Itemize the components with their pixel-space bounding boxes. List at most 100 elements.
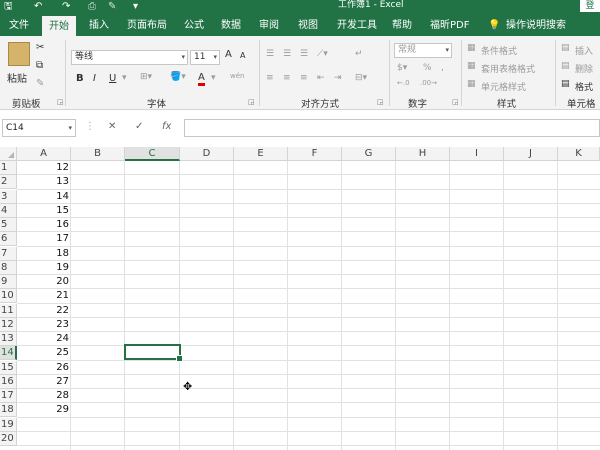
number-format-combo[interactable]: 常规 ▾ bbox=[394, 43, 452, 58]
enter-icon[interactable]: ✓ bbox=[135, 121, 143, 132]
row-header-3[interactable]: 3 bbox=[0, 190, 17, 204]
chevron-down-icon[interactable]: ▾ bbox=[122, 73, 127, 83]
row-header-12[interactable]: 12 bbox=[0, 318, 17, 332]
bold-button[interactable]: B bbox=[76, 73, 84, 84]
tab-insert[interactable]: 插入 bbox=[89, 15, 109, 36]
tab-data[interactable]: 数据 bbox=[221, 15, 241, 36]
tab-formulas[interactable]: 公式 bbox=[184, 15, 204, 36]
middle-align-icon[interactable]: ☰ bbox=[283, 49, 291, 59]
column-header-e[interactable]: E bbox=[234, 147, 288, 161]
comma-button[interactable]: , bbox=[441, 63, 444, 73]
formula-input[interactable] bbox=[184, 119, 600, 137]
cell-a15[interactable]: 26 bbox=[17, 361, 71, 375]
cell-a6[interactable]: 17 bbox=[17, 232, 71, 246]
tab-help[interactable]: 帮助 bbox=[392, 15, 412, 36]
row-header-20[interactable]: 20 bbox=[0, 432, 17, 446]
align-left-icon[interactable]: ≡ bbox=[266, 73, 274, 83]
cell-a13[interactable]: 24 bbox=[17, 332, 71, 346]
row-header-1[interactable]: 1 bbox=[0, 161, 17, 175]
cell-a17[interactable]: 28 bbox=[17, 389, 71, 403]
row-header-7[interactable]: 7 bbox=[0, 247, 17, 261]
row-header-19[interactable]: 19 bbox=[0, 418, 17, 432]
redo-icon[interactable]: ↷ bbox=[62, 0, 70, 13]
copy-icon[interactable]: ⧉ bbox=[36, 60, 43, 71]
cut-icon[interactable]: ✂ bbox=[36, 42, 44, 53]
column-header-c[interactable]: C bbox=[125, 147, 180, 161]
align-center-icon[interactable]: ≡ bbox=[283, 73, 291, 83]
tab-view[interactable]: 视图 bbox=[298, 15, 318, 36]
row-header-11[interactable]: 11 bbox=[0, 304, 17, 318]
insert-cells-button[interactable]: 插入 bbox=[575, 44, 593, 57]
save-icon[interactable]: 🖫 bbox=[4, 0, 13, 13]
font-launcher-icon[interactable]: ◲ bbox=[248, 98, 255, 106]
row-header-4[interactable]: 4 bbox=[0, 204, 17, 218]
cell-style-button[interactable]: 单元格样式 bbox=[481, 80, 526, 93]
row-header-8[interactable]: 8 bbox=[0, 261, 17, 275]
column-header-a[interactable]: A bbox=[17, 147, 71, 161]
tab-foxit-pdf[interactable]: 福昕PDF bbox=[430, 15, 469, 36]
column-header-d[interactable]: D bbox=[180, 147, 234, 161]
conditional-format-button[interactable]: 条件格式 bbox=[481, 44, 517, 57]
font-size-combo[interactable]: 11 ▾ bbox=[190, 50, 220, 65]
row-header-16[interactable]: 16 bbox=[0, 375, 17, 389]
undo-icon[interactable]: ↶ bbox=[34, 0, 42, 13]
row-header-6[interactable]: 6 bbox=[0, 232, 17, 246]
chevron-down-icon[interactable]: ▾ bbox=[211, 73, 216, 83]
tab-developer[interactable]: 开发工具 bbox=[337, 15, 377, 36]
column-header-i[interactable]: I bbox=[450, 147, 504, 161]
bottom-align-icon[interactable]: ☰ bbox=[300, 49, 308, 59]
cell-a2[interactable]: 13 bbox=[17, 175, 71, 189]
print-preview-icon[interactable]: ⎙ bbox=[88, 0, 96, 13]
column-header-g[interactable]: G bbox=[342, 147, 396, 161]
cell-a11[interactable]: 22 bbox=[17, 304, 71, 318]
font-name-combo[interactable]: 等线 ▾ bbox=[71, 50, 188, 65]
column-header-f[interactable]: F bbox=[288, 147, 342, 161]
orientation-icon[interactable]: ⟋▾ bbox=[317, 49, 328, 59]
number-launcher-icon[interactable]: ◲ bbox=[452, 98, 459, 106]
cell-a4[interactable]: 15 bbox=[17, 204, 71, 218]
row-header-10[interactable]: 10 bbox=[0, 289, 17, 303]
underline-button[interactable]: U bbox=[109, 73, 116, 84]
active-cell[interactable] bbox=[124, 344, 183, 362]
alignment-launcher-icon[interactable]: ◲ bbox=[377, 98, 384, 106]
phonetic-button[interactable]: wén bbox=[230, 72, 244, 80]
format-painter-icon[interactable]: ✎ bbox=[36, 78, 44, 89]
increase-indent-icon[interactable]: ⇥ bbox=[334, 73, 342, 83]
row-header-5[interactable]: 5 bbox=[0, 218, 17, 232]
wrap-text-icon[interactable]: ↵ bbox=[355, 49, 363, 59]
align-right-icon[interactable]: ≡ bbox=[300, 73, 308, 83]
cell-a12[interactable]: 23 bbox=[17, 318, 71, 332]
fill-color-icon[interactable]: 🪣▾ bbox=[170, 72, 186, 82]
column-header-k[interactable]: K bbox=[558, 147, 600, 161]
cell-a9[interactable]: 20 bbox=[17, 275, 71, 289]
brush-icon[interactable]: ✎ bbox=[108, 0, 116, 13]
tell-me-search[interactable]: 操作说明搜索 bbox=[506, 15, 566, 36]
column-header-h[interactable]: H bbox=[396, 147, 450, 161]
row-header-18[interactable]: 18 bbox=[0, 403, 17, 417]
top-align-icon[interactable]: ☰ bbox=[266, 49, 274, 59]
paste-icon[interactable] bbox=[8, 42, 30, 66]
row-header-9[interactable]: 9 bbox=[0, 275, 17, 289]
decrease-decimal-icon[interactable]: .00→ bbox=[420, 79, 437, 87]
merge-center-icon[interactable]: ⊟▾ bbox=[355, 73, 367, 83]
tab-page-layout[interactable]: 页面布局 bbox=[127, 15, 167, 36]
tab-file[interactable]: 文件 bbox=[9, 15, 29, 36]
login-button[interactable]: 登 bbox=[580, 0, 600, 12]
cell-a16[interactable]: 27 bbox=[17, 375, 71, 389]
cell-a18[interactable]: 29 bbox=[17, 403, 71, 417]
increase-decimal-icon[interactable]: ←.0 bbox=[397, 79, 410, 87]
cell-a14[interactable]: 25 bbox=[17, 346, 71, 360]
percent-button[interactable]: % bbox=[423, 63, 432, 73]
italic-button[interactable]: I bbox=[93, 73, 96, 84]
row-header-15[interactable]: 15 bbox=[0, 361, 17, 375]
customize-icon[interactable]: ▾ bbox=[133, 0, 138, 13]
row-header-13[interactable]: 13 bbox=[0, 332, 17, 346]
font-color-button[interactable]: A bbox=[198, 72, 205, 86]
row-header-17[interactable]: 17 bbox=[0, 389, 17, 403]
tab-home[interactable]: 开始 bbox=[42, 15, 76, 36]
table-format-button[interactable]: 套用表格格式 bbox=[481, 62, 535, 75]
insert-function-icon[interactable]: fx bbox=[162, 121, 171, 132]
select-all-button[interactable] bbox=[0, 147, 17, 161]
clipboard-launcher-icon[interactable]: ◲ bbox=[57, 98, 64, 106]
currency-icon[interactable]: $▾ bbox=[397, 63, 407, 73]
